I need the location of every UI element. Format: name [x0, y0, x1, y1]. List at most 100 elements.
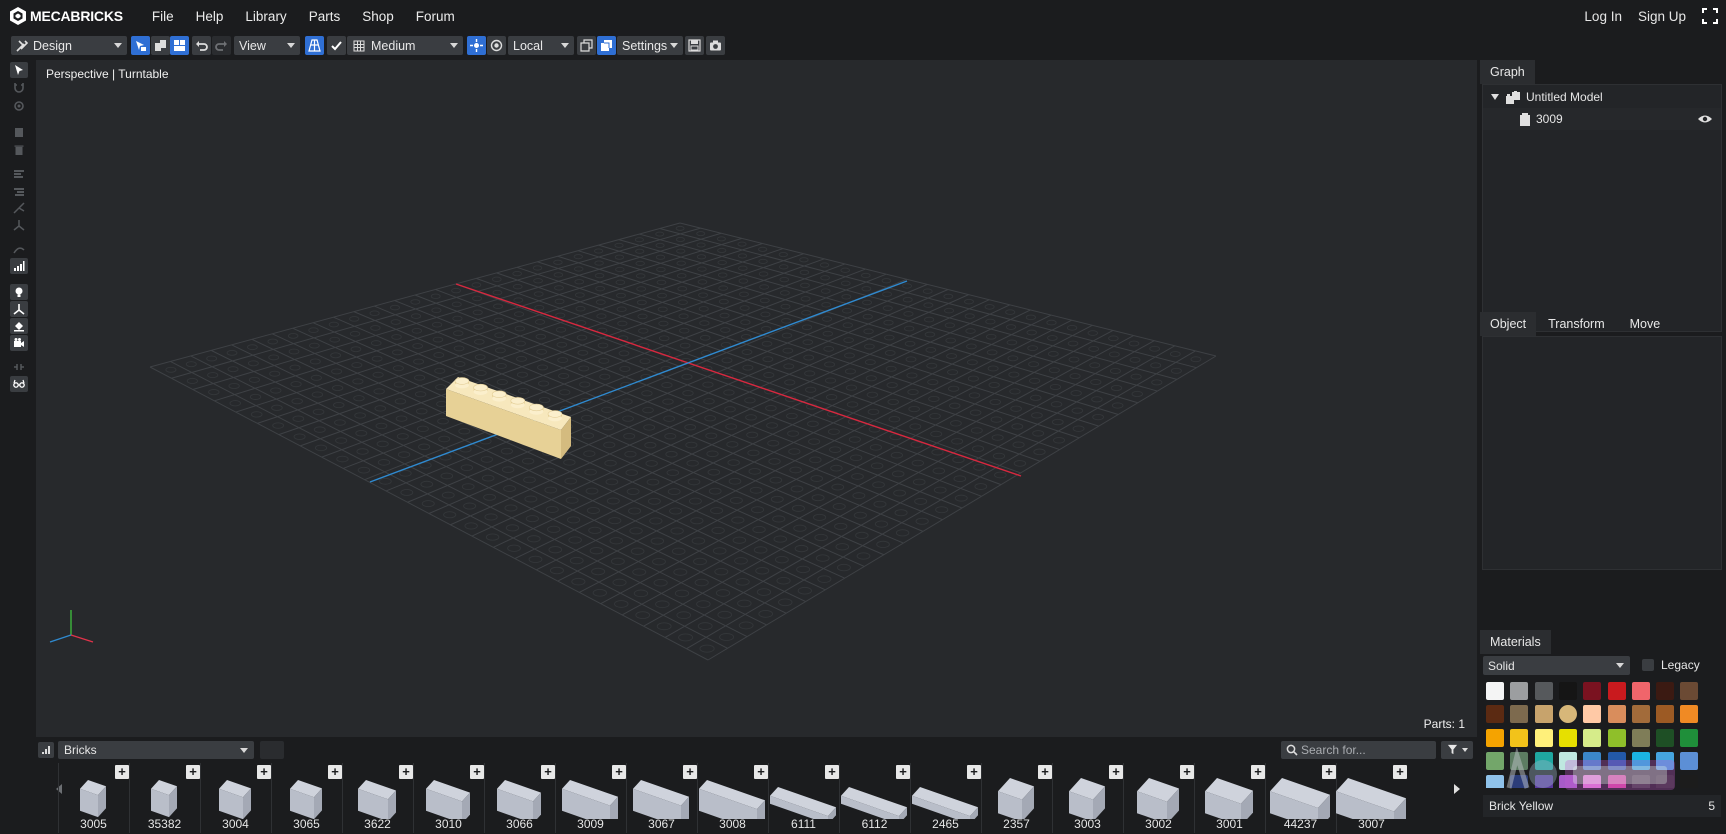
menu-help[interactable]: Help: [196, 9, 224, 24]
mode-select[interactable]: Design: [11, 36, 127, 55]
color-swatch[interactable]: [1510, 682, 1529, 700]
color-swatch[interactable]: [1583, 728, 1602, 747]
legacy-checkbox[interactable]: [1642, 659, 1654, 671]
magnet-tool[interactable]: [10, 80, 28, 96]
signup-link[interactable]: Sign Up: [1638, 9, 1686, 24]
brick-tile[interactable]: +44237: [1265, 763, 1336, 833]
brick-subcategory-button[interactable]: [260, 741, 284, 759]
color-swatch[interactable]: [1656, 705, 1675, 724]
add-brick-icon[interactable]: +: [1393, 765, 1407, 779]
add-brick-icon[interactable]: +: [1322, 765, 1336, 779]
brick-tile[interactable]: +35382: [129, 763, 200, 833]
wireframe-button[interactable]: [577, 36, 596, 55]
logo[interactable]: MECABRICKS: [10, 7, 123, 25]
flex-tool[interactable]: [10, 200, 28, 216]
hinge-tool[interactable]: [10, 98, 28, 114]
color-swatch[interactable]: [1656, 728, 1675, 747]
material-type-select[interactable]: Solid: [1483, 656, 1630, 675]
add-brick-icon[interactable]: +: [896, 765, 910, 779]
clone-button[interactable]: [151, 36, 170, 55]
color-swatch[interactable]: [1486, 682, 1504, 700]
add-brick-icon[interactable]: +: [1109, 765, 1123, 779]
menu-library[interactable]: Library: [245, 9, 286, 24]
select-parts-button[interactable]: [131, 36, 150, 55]
gizmo-tool[interactable]: [10, 301, 28, 317]
brick-tile[interactable]: +3007: [1336, 763, 1407, 833]
menu-parts[interactable]: Parts: [309, 9, 341, 24]
color-swatch[interactable]: [1486, 751, 1504, 770]
brick-tile[interactable]: +3004: [200, 763, 271, 833]
color-swatch[interactable]: [1631, 728, 1650, 747]
snap-toggle[interactable]: [327, 36, 346, 55]
color-swatch[interactable]: [1558, 705, 1577, 724]
legacy-toggle[interactable]: Legacy: [1642, 658, 1700, 672]
menu-forum[interactable]: Forum: [416, 9, 455, 24]
brick-tile[interactable]: +3010: [413, 763, 484, 833]
axis-tool[interactable]: [10, 217, 28, 233]
glasses-tool[interactable]: [10, 376, 28, 392]
color-swatch[interactable]: [1631, 705, 1650, 724]
path-tool[interactable]: [10, 242, 28, 258]
color-swatch[interactable]: [1534, 728, 1553, 747]
settings-select[interactable]: Settings: [617, 36, 683, 55]
library-grid-button[interactable]: [38, 742, 54, 758]
brick-category-select[interactable]: Bricks: [58, 741, 254, 759]
color-swatch[interactable]: [1680, 775, 1699, 788]
scroll-right-arrow[interactable]: [1454, 784, 1460, 794]
tab-materials[interactable]: Materials: [1480, 630, 1551, 654]
brick-tile[interactable]: +3008: [697, 763, 768, 833]
add-brick-icon[interactable]: +: [1038, 765, 1052, 779]
color-swatch[interactable]: [1656, 682, 1675, 700]
color-swatch[interactable]: [1510, 728, 1529, 747]
color-swatch[interactable]: [1486, 728, 1504, 747]
tab-object[interactable]: Object: [1480, 312, 1537, 336]
screenshot-button[interactable]: [706, 36, 725, 55]
add-brick-icon[interactable]: +: [115, 765, 129, 779]
add-brick-icon[interactable]: +: [754, 765, 768, 779]
brick-tile[interactable]: +3001: [1194, 763, 1265, 833]
color-swatch[interactable]: [1486, 775, 1504, 788]
save-button[interactable]: [685, 36, 704, 55]
login-link[interactable]: Log In: [1584, 9, 1622, 24]
expand-triangle-icon[interactable]: [1491, 94, 1499, 100]
color-swatch[interactable]: [1607, 728, 1626, 747]
brick-tile[interactable]: +3002: [1123, 763, 1194, 833]
space-select[interactable]: Local: [508, 36, 574, 55]
add-brick-icon[interactable]: +: [541, 765, 555, 779]
brick-tile[interactable]: +2465: [910, 763, 981, 833]
menu-file[interactable]: File: [152, 9, 174, 24]
color-swatch[interactable]: [1534, 682, 1553, 700]
brick-tile[interactable]: +2357: [981, 763, 1052, 833]
color-swatch[interactable]: [1558, 682, 1577, 700]
brick-tile[interactable]: +3622: [342, 763, 413, 833]
color-swatch[interactable]: [1680, 682, 1699, 700]
tab-graph[interactable]: Graph: [1480, 60, 1535, 84]
camera-tool[interactable]: [10, 335, 28, 351]
color-swatch[interactable]: [1486, 705, 1504, 724]
tree-row-model[interactable]: Untitled Model: [1483, 86, 1721, 108]
brick-tile[interactable]: +6112: [839, 763, 910, 833]
delete-tool[interactable]: [10, 142, 28, 158]
tab-transform[interactable]: Transform: [1536, 312, 1620, 336]
add-brick-icon[interactable]: +: [186, 765, 200, 779]
tab-move[interactable]: Move: [1620, 312, 1671, 336]
menu-shop[interactable]: Shop: [362, 9, 394, 24]
select-tool[interactable]: [10, 62, 28, 78]
color-swatch[interactable]: [1607, 705, 1626, 724]
brick-tile[interactable]: +3066: [484, 763, 555, 833]
brick-tile[interactable]: +3065: [271, 763, 342, 833]
eye-icon[interactable]: [1698, 114, 1712, 124]
grid-floor-toggle[interactable]: [305, 36, 324, 55]
align-right-tool[interactable]: [10, 184, 28, 200]
copy-tool[interactable]: [10, 124, 28, 140]
tree-row-part[interactable]: 3009: [1483, 108, 1721, 130]
add-brick-icon[interactable]: +: [470, 765, 484, 779]
undo-button[interactable]: [192, 36, 211, 55]
view-select[interactable]: View: [234, 36, 300, 55]
brick-tile[interactable]: +3003: [1052, 763, 1123, 833]
add-brick-icon[interactable]: +: [1251, 765, 1265, 779]
scene-canvas[interactable]: [36, 60, 1477, 737]
transform-pivot-button[interactable]: [467, 36, 486, 55]
color-swatch[interactable]: [1510, 705, 1529, 724]
grid-size-select[interactable]: Medium: [347, 36, 463, 55]
